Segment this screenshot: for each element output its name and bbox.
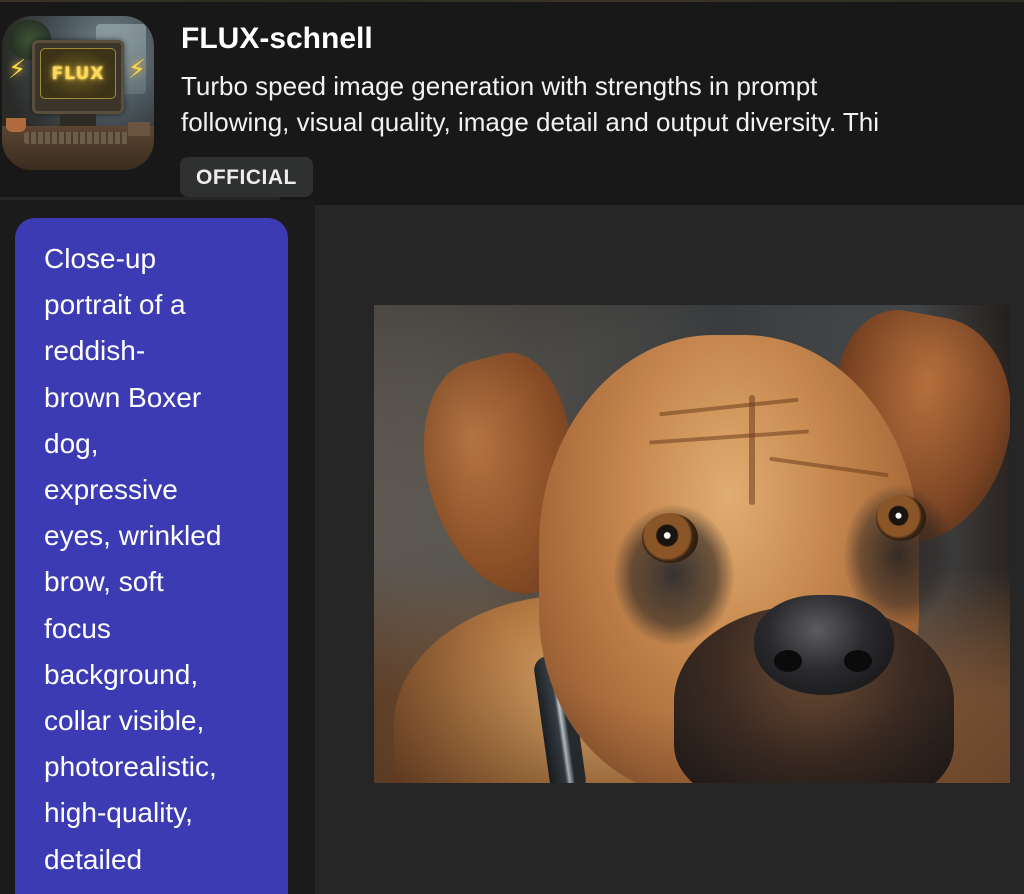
lightning-bolt-icon: ⚡ [8, 54, 27, 84]
model-description: Turbo speed image generation with streng… [181, 68, 1024, 140]
monitor-stand [60, 114, 96, 126]
model-description-line-2: following, visual quality, image detail … [181, 107, 880, 137]
thumbnail-box [128, 122, 150, 136]
model-description-line-1: Turbo speed image generation with streng… [181, 71, 818, 101]
image-vignette [374, 305, 1010, 783]
response-panel [315, 205, 1024, 894]
model-header: ⚡ FLUX ⚡ FLUX-schnell Turbo speed image … [0, 2, 1024, 197]
official-badge: OFFICIAL [180, 157, 313, 197]
keyboard-icon [24, 132, 128, 144]
lightning-bolt-icon: ⚡ [127, 54, 146, 84]
retro-monitor-icon: FLUX [32, 40, 124, 114]
monitor-screen: FLUX [40, 48, 116, 99]
cup-icon [6, 118, 26, 132]
generated-image[interactable] [374, 305, 1010, 783]
user-prompt-bubble: Close-up portrait of a reddish- brown Bo… [15, 218, 288, 894]
user-prompt-text: Close-up portrait of a reddish- brown Bo… [44, 243, 222, 875]
flux-logo-text: FLUX [51, 63, 105, 84]
model-title[interactable]: FLUX-schnell [181, 22, 373, 56]
model-thumbnail[interactable]: ⚡ FLUX ⚡ [2, 16, 154, 170]
